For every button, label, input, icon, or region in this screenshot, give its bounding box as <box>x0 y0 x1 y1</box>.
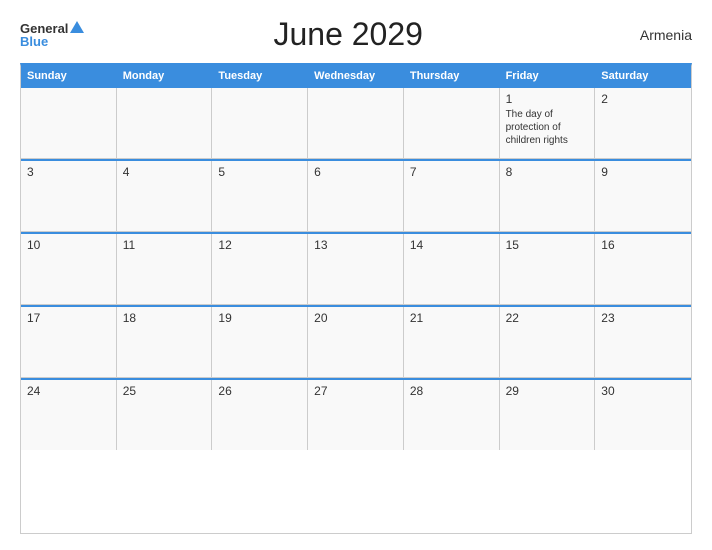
cal-cell: 20 <box>308 307 404 377</box>
cal-cell: 15 <box>500 234 596 304</box>
cal-cell <box>308 88 404 158</box>
calendar-week-4: 17 18 19 20 21 22 23 <box>21 305 691 378</box>
cal-cell: 9 <box>595 161 691 231</box>
calendar-header: Sunday Monday Tuesday Wednesday Thursday… <box>21 66 691 86</box>
day-number: 22 <box>506 311 589 325</box>
day-number: 30 <box>601 384 685 398</box>
calendar-week-5: 24 25 26 27 28 29 30 <box>21 378 691 450</box>
calendar: Sunday Monday Tuesday Wednesday Thursday… <box>20 63 692 534</box>
country-label: Armenia <box>612 27 692 43</box>
header: General Blue June 2029 Armenia <box>20 16 692 53</box>
cal-cell: 24 <box>21 380 117 450</box>
day-number: 20 <box>314 311 397 325</box>
calendar-week-2: 3456789 <box>21 159 691 232</box>
cal-cell: 23 <box>595 307 691 377</box>
cal-cell: 10 <box>21 234 117 304</box>
logo-triangle-icon <box>70 21 84 33</box>
cal-cell: 28 <box>404 380 500 450</box>
cal-cell <box>21 88 117 158</box>
header-tuesday: Tuesday <box>212 66 308 86</box>
cal-cell: 26 <box>212 380 308 450</box>
cal-cell: 21 <box>404 307 500 377</box>
day-number: 24 <box>27 384 110 398</box>
cal-cell: 5 <box>212 161 308 231</box>
cal-cell <box>212 88 308 158</box>
cal-cell <box>117 88 213 158</box>
calendar-title: June 2029 <box>84 16 612 53</box>
cal-cell: 25 <box>117 380 213 450</box>
cal-cell <box>404 88 500 158</box>
day-number: 29 <box>506 384 589 398</box>
logo: General Blue <box>20 22 84 48</box>
day-number: 26 <box>218 384 301 398</box>
cal-cell: 22 <box>500 307 596 377</box>
day-number: 25 <box>123 384 206 398</box>
day-number: 8 <box>506 165 589 179</box>
logo-general-text: General <box>20 22 68 35</box>
cal-cell: 1 The day of protection of children right… <box>500 88 596 158</box>
header-friday: Friday <box>500 66 596 86</box>
cal-cell: 29 <box>500 380 596 450</box>
calendar-week-3: 10 11 12 13 14 15 16 <box>21 232 691 305</box>
day-number: 4 <box>123 165 206 179</box>
day-number: 12 <box>218 238 301 252</box>
day-number: 23 <box>601 311 685 325</box>
calendar-body: 1 The day of protection of children right… <box>21 86 691 450</box>
cal-cell: 6 <box>308 161 404 231</box>
cal-cell: 27 <box>308 380 404 450</box>
logo-blue-text: Blue <box>20 35 48 48</box>
day-number: 18 <box>123 311 206 325</box>
cal-cell: 14 <box>404 234 500 304</box>
cal-cell: 4 <box>117 161 213 231</box>
cal-cell: 16 <box>595 234 691 304</box>
day-number: 9 <box>601 165 685 179</box>
day-number: 21 <box>410 311 493 325</box>
day-number: 11 <box>123 238 206 252</box>
day-number: 2 <box>601 92 685 106</box>
day-number: 7 <box>410 165 493 179</box>
day-number: 15 <box>506 238 589 252</box>
day-number: 13 <box>314 238 397 252</box>
day-number: 3 <box>27 165 110 179</box>
header-monday: Monday <box>117 66 213 86</box>
cal-cell: 13 <box>308 234 404 304</box>
calendar-week-1: 1 The day of protection of children right… <box>21 86 691 159</box>
cal-cell: 12 <box>212 234 308 304</box>
cal-cell: 17 <box>21 307 117 377</box>
day-number: 1 <box>506 92 589 106</box>
event-label: The day of protection of children rights <box>506 109 568 146</box>
page: General Blue June 2029 Armenia Sunday Mo… <box>0 0 712 550</box>
day-number: 28 <box>410 384 493 398</box>
header-sunday: Sunday <box>21 66 117 86</box>
cal-cell: 7 <box>404 161 500 231</box>
day-number: 14 <box>410 238 493 252</box>
day-number: 5 <box>218 165 301 179</box>
day-number: 6 <box>314 165 397 179</box>
cal-cell: 19 <box>212 307 308 377</box>
day-number: 27 <box>314 384 397 398</box>
cal-cell: 8 <box>500 161 596 231</box>
cal-cell: 30 <box>595 380 691 450</box>
header-wednesday: Wednesday <box>308 66 404 86</box>
day-number: 19 <box>218 311 301 325</box>
day-number: 16 <box>601 238 685 252</box>
day-number: 17 <box>27 311 110 325</box>
cal-cell: 2 <box>595 88 691 158</box>
header-thursday: Thursday <box>404 66 500 86</box>
cal-cell: 18 <box>117 307 213 377</box>
day-number: 10 <box>27 238 110 252</box>
cal-cell: 11 <box>117 234 213 304</box>
cal-cell: 3 <box>21 161 117 231</box>
header-saturday: Saturday <box>595 66 691 86</box>
